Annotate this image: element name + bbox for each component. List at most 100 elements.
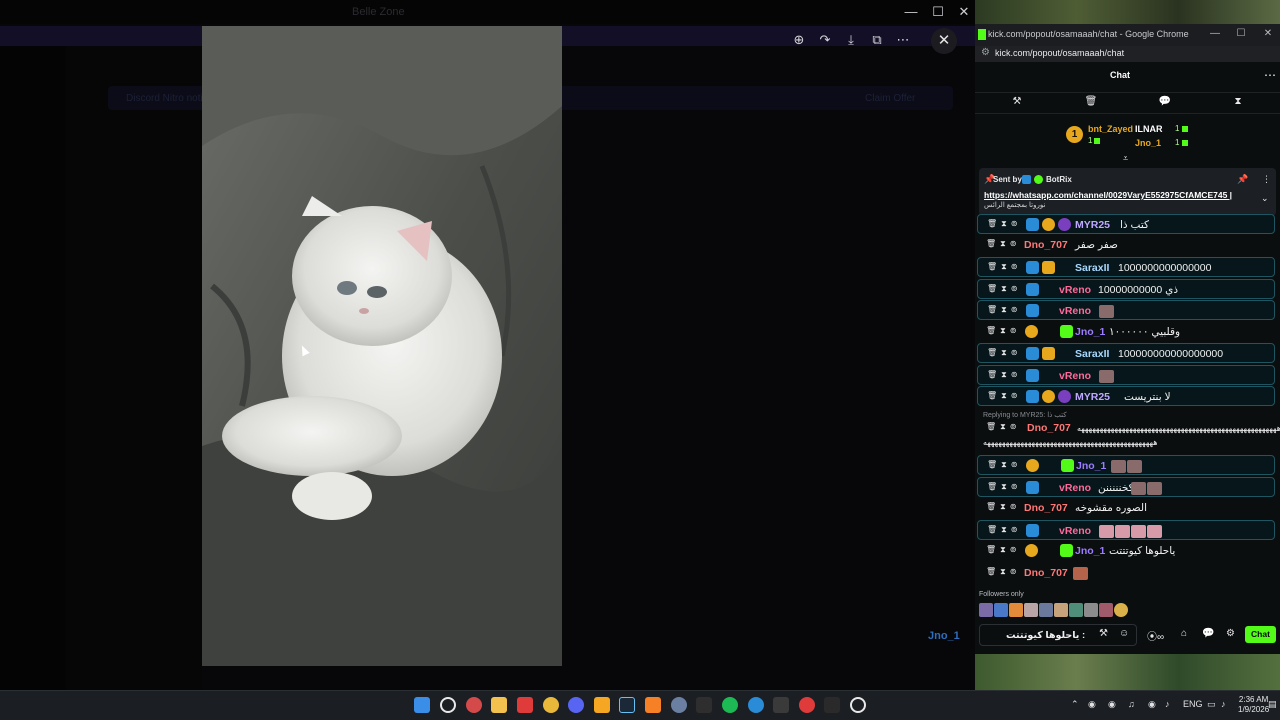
users-icon[interactable]: ⦿∞ <box>1147 628 1164 643</box>
chevron-down-icon[interactable]: ⌄ <box>1261 193 1269 204</box>
app-icon[interactable] <box>799 697 815 713</box>
mod-actions-icon[interactable]: 🗑⧗⊚ <box>987 370 1021 380</box>
chat-message[interactable]: 🗑⧗⊚ vReno <box>977 300 1275 320</box>
emote-icon[interactable] <box>979 603 993 617</box>
microphone-icon[interactable]: ♪ <box>1165 699 1170 709</box>
start-icon[interactable] <box>414 697 430 713</box>
task-app-icon[interactable] <box>466 697 482 713</box>
chat-message[interactable]: 🗑⧗⊚ vReno 10000000000 ذي <box>977 279 1275 299</box>
minimize-button[interactable]: — <box>902 4 920 20</box>
leaderboard-name[interactable]: Jno_1 <box>1135 138 1161 148</box>
site-info-icon[interactable]: ⚙ <box>981 47 990 58</box>
mod-actions-icon[interactable]: 🗑⧗⊚ <box>986 545 1020 555</box>
chat-username[interactable]: SaraxII <box>1075 262 1109 274</box>
chat-username[interactable]: vReno <box>1059 525 1091 537</box>
steam-icon[interactable] <box>619 697 635 713</box>
emote-icon[interactable] <box>1009 603 1023 617</box>
tray-app-icon[interactable]: ◉ <box>1148 699 1156 710</box>
discord-icon[interactable] <box>568 697 584 713</box>
chat-message[interactable]: 🗑⧗⊚ vReno <box>977 365 1275 385</box>
system-clock[interactable]: 2:36 AM 1/9/2026 <box>1238 695 1269 715</box>
emote-icon[interactable] <box>1069 603 1083 617</box>
mod-actions-icon[interactable]: 🗑⧗⊚ <box>987 305 1021 315</box>
mod-actions-icon[interactable]: 🗑⧗⊚ <box>986 567 1020 577</box>
chat-username[interactable]: Dno_707 <box>1024 239 1068 251</box>
chat-input-value[interactable]: ياحلوها كيوتتتت : <box>1006 630 1085 641</box>
chat-username[interactable]: Dno_707 <box>1027 422 1071 434</box>
chat-bubble-icon[interactable]: 💬 <box>1158 96 1172 107</box>
chat-message[interactable]: 🗑⧗⊚ vReno كخنننننن <box>977 477 1275 497</box>
emote-icon[interactable] <box>994 603 1008 617</box>
chat-message[interactable]: 🗑⧗⊚ vReno <box>977 520 1275 540</box>
chat-username[interactable]: vReno <box>1059 305 1091 317</box>
app-icon[interactable] <box>850 697 866 713</box>
emote-icon[interactable] <box>1099 603 1113 617</box>
mod-actions-icon[interactable]: 🗑⧗⊚ <box>987 348 1021 358</box>
gift-icon[interactable]: ⌂ <box>1181 628 1187 639</box>
download-icon[interactable]: ⤓ <box>840 29 862 51</box>
chat-username[interactable]: Dno_707 <box>1024 567 1068 579</box>
mod-actions-icon[interactable]: 🗑⧗⊚ <box>986 239 1020 249</box>
chat-send-button[interactable]: Chat <box>1245 626 1276 643</box>
tray-app-icon[interactable]: ◉ <box>1108 699 1116 710</box>
pinned-link[interactable]: https://whatsapp.com/channel/0029VaryE55… <box>984 190 1232 200</box>
chat-menu-icon[interactable]: ⋯ <box>1264 68 1276 82</box>
chat-username[interactable]: MYR25 <box>1075 391 1110 403</box>
chat-username[interactable]: vReno <box>1059 284 1091 296</box>
chat-message[interactable]: 🗑⧗⊚ Dno_707 صفر صفر <box>977 235 1275 255</box>
rotate-icon[interactable]: ↷ <box>814 29 836 51</box>
mod-tools-icon[interactable]: ⚒ <box>1099 628 1108 639</box>
chrome-maximize-button[interactable]: ☐ <box>1235 28 1247 39</box>
chat-username[interactable]: Jno_1 <box>1075 326 1105 338</box>
chat-message[interactable]: 🗑⧗⊚ MYR25 كتب ذا <box>977 214 1275 234</box>
open-external-icon[interactable]: ⧉ <box>866 29 888 51</box>
mod-actions-icon[interactable]: 🗑⧗⊚ <box>987 219 1021 229</box>
app-icon[interactable] <box>824 697 840 713</box>
chrome-icon[interactable] <box>543 697 559 713</box>
emote-icon[interactable] <box>1114 603 1128 617</box>
chat-message[interactable]: 🗑⧗⊚ Jno_1 <box>977 455 1275 475</box>
volume-icon[interactable]: ♪ <box>1221 699 1226 709</box>
chrome-minimize-button[interactable]: — <box>1209 28 1221 39</box>
file-explorer-icon[interactable] <box>491 697 507 713</box>
app-icon[interactable] <box>748 697 764 713</box>
window-close-button[interactable]: ✕ <box>955 4 973 20</box>
chat-username[interactable]: MYR25 <box>1075 219 1110 231</box>
mod-actions-icon[interactable]: 🗑⧗⊚ <box>987 284 1021 294</box>
leaderboard-name[interactable]: ILNAR <box>1135 124 1163 134</box>
chat-bubble-icon[interactable]: 💬 <box>1202 628 1214 639</box>
chat-message[interactable]: 🗑⧗⊚ Dno_707 <box>977 563 1275 583</box>
search-icon[interactable] <box>440 697 456 713</box>
expand-icon[interactable]: ⩡ <box>1123 153 1128 164</box>
chat-message[interactable]: 🗑⧗⊚ Dno_707 الصوره مقشوخه <box>977 498 1275 518</box>
emote-icon[interactable] <box>1084 603 1098 617</box>
emote-icon[interactable] <box>1024 603 1038 617</box>
app-icon[interactable] <box>671 697 687 713</box>
spotify-icon[interactable] <box>722 697 738 713</box>
language-indicator[interactable]: ENG <box>1183 699 1203 709</box>
address-url[interactable]: kick.com/popout/osamaaah/chat <box>995 48 1124 58</box>
mod-actions-icon[interactable]: 🗑⧗⊚ <box>986 326 1020 336</box>
chat-message[interactable]: 🗑⧗⊚ Jno_1 ياحلوها كيوتتتت <box>977 541 1275 561</box>
chat-username[interactable]: Dno_707 <box>1024 502 1068 514</box>
pinned-sender[interactable]: BotRix <box>1046 175 1072 184</box>
mod-actions-icon[interactable]: 🗑⧗⊚ <box>986 502 1020 512</box>
chrome-close-button[interactable]: ✕ <box>1262 28 1274 39</box>
chat-message[interactable]: 🗑⧗⊚ SaraxII 100000000000000000 <box>977 343 1275 363</box>
hammer-icon[interactable]: ⚒ <box>1010 96 1024 107</box>
mod-actions-icon[interactable]: 🗑⧗⊚ <box>987 460 1021 470</box>
hourglass-icon[interactable]: ⧗ <box>1231 96 1245 107</box>
viewer-close-button[interactable]: ✕ <box>931 28 957 54</box>
notification-icon[interactable]: ▤ <box>1268 699 1277 710</box>
mod-actions-icon[interactable]: 🗑⧗⊚ <box>987 391 1021 401</box>
epic-games-icon[interactable] <box>696 697 712 713</box>
app-icon[interactable] <box>645 697 661 713</box>
video-app-icon[interactable] <box>517 697 533 713</box>
settings-icon[interactable]: ⚙ <box>1226 628 1235 639</box>
leaderboard-name[interactable]: bnt_Zayed <box>1088 124 1133 134</box>
mod-actions-icon[interactable]: 🗑⧗⊚ <box>987 525 1021 535</box>
more-icon[interactable]: ⋯ <box>892 29 914 51</box>
pinned-menu-icon[interactable]: ⋮ <box>1262 174 1271 185</box>
chat-message[interactable]: 🗑⧗⊚ Dno_707 هههههههههههههههههههههههههههه… <box>977 418 1280 452</box>
tray-app-icon[interactable]: ◉ <box>1088 699 1096 710</box>
